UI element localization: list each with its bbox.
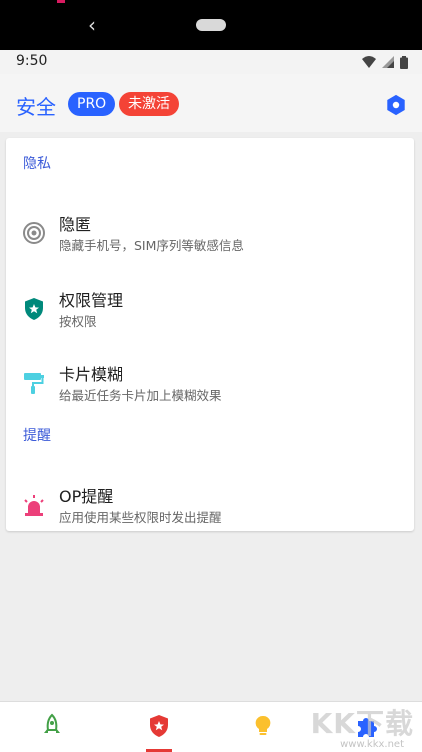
app-bar: 安全 PRO 未激活 <box>0 74 422 132</box>
item-title: 隐匿 <box>59 215 92 234</box>
lightbulb-icon[interactable] <box>249 712 277 740</box>
shield-star-icon[interactable] <box>145 712 173 740</box>
status-icons <box>362 55 408 69</box>
signal-icon <box>382 56 394 68</box>
paint-roller-icon <box>24 373 44 394</box>
system-top-bar: ‹ <box>0 0 422 50</box>
list-item-permission-manager[interactable]: 权限管理 按权限 <box>6 281 414 343</box>
item-title: 权限管理 <box>59 291 124 310</box>
list-item-card-blur[interactable]: 卡片模糊 给最近任务卡片加上模糊效果 <box>6 355 414 417</box>
home-pill[interactable] <box>196 19 226 31</box>
item-subtitle: 隐藏手机号，SIM序列等敏感信息 <box>59 238 244 253</box>
watermark-url: www.kkx.net <box>340 739 404 750</box>
pro-badge[interactable]: PRO <box>68 92 116 116</box>
security-card: 隐私 隐匿 隐藏手机号，SIM序列等敏感信息 权限管理 按权限 卡片模糊 给最近… <box>6 138 414 531</box>
target-icon <box>23 222 45 244</box>
item-subtitle: 按权限 <box>59 314 97 329</box>
wifi-icon <box>362 56 376 68</box>
settings-hexagon-icon[interactable] <box>385 94 407 116</box>
item-title: 卡片模糊 <box>59 365 124 384</box>
section-header-reminder: 提醒 <box>23 428 51 444</box>
watermark: KK下载 <box>310 707 414 740</box>
section-header-privacy: 隐私 <box>23 156 51 172</box>
top-indicator <box>57 0 65 3</box>
item-subtitle: 应用使用某些权限时发出提醒 <box>59 510 222 525</box>
item-title: OP提醒 <box>59 487 114 506</box>
shield-star-icon <box>25 298 43 320</box>
list-item-stealth[interactable]: 隐匿 隐藏手机号，SIM序列等敏感信息 <box>6 205 414 267</box>
alarm-light-icon <box>24 495 44 516</box>
item-subtitle: 给最近任务卡片加上模糊效果 <box>59 388 222 403</box>
bottom-navigation: KK下载 www.kkx.net <box>0 701 422 752</box>
rocket-icon[interactable] <box>38 712 66 740</box>
status-bar: 9:50 <box>0 50 422 74</box>
list-item-op-reminder[interactable]: OP提醒 应用使用某些权限时发出提醒 <box>6 477 414 539</box>
back-button[interactable]: ‹ <box>80 12 104 38</box>
page-title: 安全 <box>16 95 56 119</box>
status-time: 9:50 <box>16 53 48 69</box>
inactive-badge[interactable]: 未激活 <box>119 92 179 116</box>
battery-icon <box>400 55 408 69</box>
